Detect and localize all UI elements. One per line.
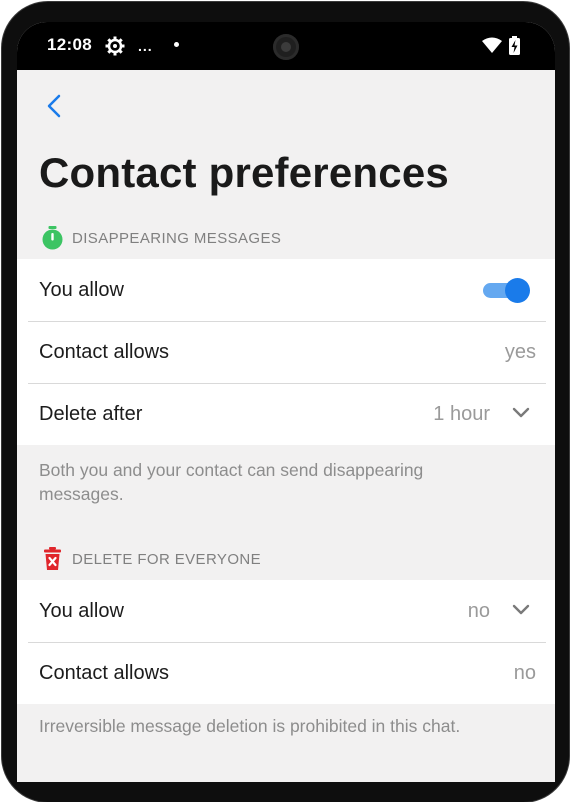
status-bar: 12:08 ... [17, 22, 555, 70]
page-title: Contact preferences [39, 149, 449, 196]
you-allow-toggle[interactable] [483, 278, 530, 303]
wifi-icon [482, 37, 502, 53]
row-label: You allow [39, 599, 124, 622]
row-label: Delete after [39, 402, 143, 425]
battery-charging-icon [509, 36, 520, 55]
phone-frame: 12:08 ... Contact preferences DISAPPEARI… [0, 0, 575, 802]
disappearing-messages-card: You allow Contact allows yes Delete afte… [17, 259, 555, 445]
notification-dot-icon [174, 42, 179, 47]
back-button[interactable] [43, 94, 67, 118]
section-header-disappearing-messages: DISAPPEARING MESSAGES [41, 226, 281, 250]
screen: 12:08 ... Contact preferences DISAPPEARI… [17, 22, 555, 782]
chevron-down-icon[interactable] [512, 407, 530, 419]
section-header-delete-for-everyone: DELETE FOR EVERYONE [41, 547, 261, 571]
front-camera [273, 34, 299, 60]
toggle-knob [505, 278, 530, 303]
row-label: You allow [39, 278, 124, 301]
section-label: DISAPPEARING MESSAGES [72, 229, 282, 247]
timer-icon [42, 226, 63, 250]
row-you-allow-disappearing[interactable]: You allow [17, 259, 555, 321]
delete-for-everyone-card: You allow no Contact allows no [17, 580, 555, 704]
row-label: Contact allows [39, 340, 170, 363]
delete-for-everyone-note: Irreversible message deletion is prohibi… [39, 716, 461, 736]
you-allow-delete-value[interactable]: no [468, 600, 490, 623]
row-contact-allows-delete: Contact allows no [17, 642, 555, 704]
row-value: no [513, 661, 536, 684]
trash-delete-icon [44, 547, 61, 570]
disappearing-messages-note: Both you and your contact can send disap… [39, 460, 424, 504]
row-contact-allows-disappearing: Contact allows yes [17, 321, 555, 383]
delete-after-value[interactable]: 1 hour [433, 403, 490, 426]
row-delete-after[interactable]: Delete after 1 hour [17, 383, 555, 445]
row-you-allow-delete[interactable]: You allow no [17, 580, 555, 642]
gear-icon [105, 36, 125, 56]
row-value: yes [504, 340, 536, 363]
row-label: Contact allows [39, 661, 170, 684]
section-label: DELETE FOR EVERYONE [72, 550, 262, 568]
notification-dots: ... [138, 38, 153, 54]
status-time: 12:08 [47, 35, 92, 54]
chevron-down-icon[interactable] [512, 604, 530, 616]
